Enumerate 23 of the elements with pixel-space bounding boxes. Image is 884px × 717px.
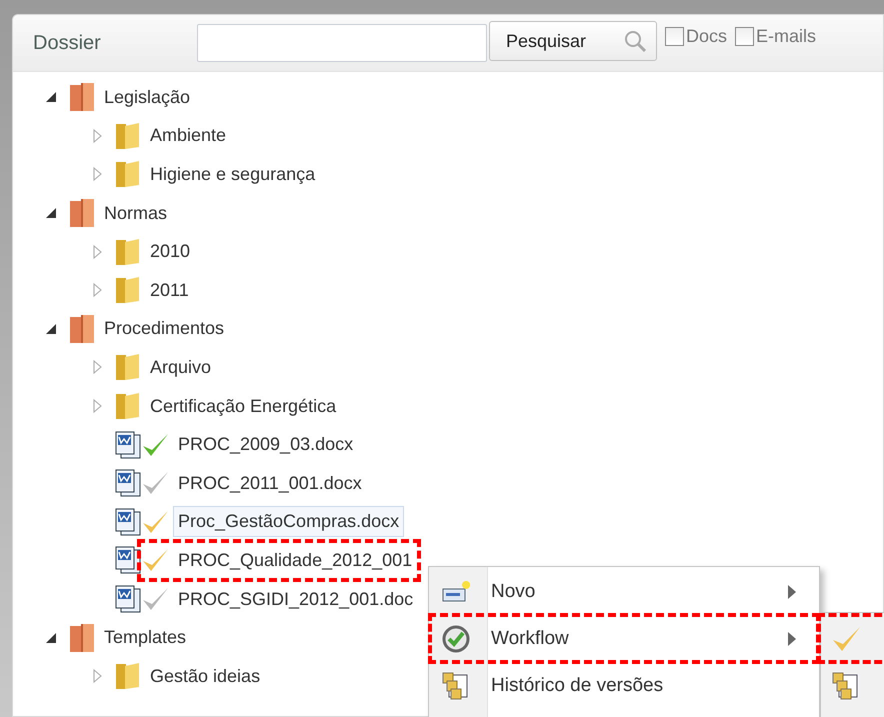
search-button[interactable]: Pesquisar (489, 21, 657, 61)
checkbox-label: E-mails (756, 26, 816, 46)
tree-item[interactable]: PROC_Qualidade_2012_001 (173, 544, 418, 576)
tree-item[interactable]: Ambiente (145, 120, 232, 152)
tree-item[interactable]: Procedimentos (99, 313, 230, 344)
tree-item[interactable]: PROC_2011_001.docx (173, 468, 367, 499)
tree-item[interactable]: Arquivo (145, 352, 216, 383)
tree-item[interactable]: Normas (99, 198, 172, 229)
tree-item[interactable]: Proc_GestãoCompras.docx (173, 506, 404, 538)
tree-item[interactable]: Legislação (99, 82, 196, 113)
menu-item[interactable]: Histórico de versões (432, 664, 816, 707)
tree-item[interactable]: 2010 (145, 236, 196, 268)
tree-item[interactable]: Templates (99, 622, 192, 654)
tree-item[interactable]: PROC_2009_03.docx (173, 429, 358, 460)
menu-item[interactable]: Workflow (432, 617, 816, 660)
menu-item[interactable]: Novo (432, 570, 816, 613)
tree-item[interactable]: Certificação Energética (145, 390, 342, 422)
checkbox-label: Docs (686, 26, 728, 46)
tree-item[interactable]: Higiene e segurança (145, 158, 320, 190)
tree-item[interactable]: PROC_SGIDI_2012_001.doc (173, 584, 418, 615)
tree-item[interactable]: 2011 (145, 274, 194, 306)
panel-title: Dossier (33, 32, 102, 54)
tree-item[interactable]: Gestão ideias (145, 660, 266, 692)
